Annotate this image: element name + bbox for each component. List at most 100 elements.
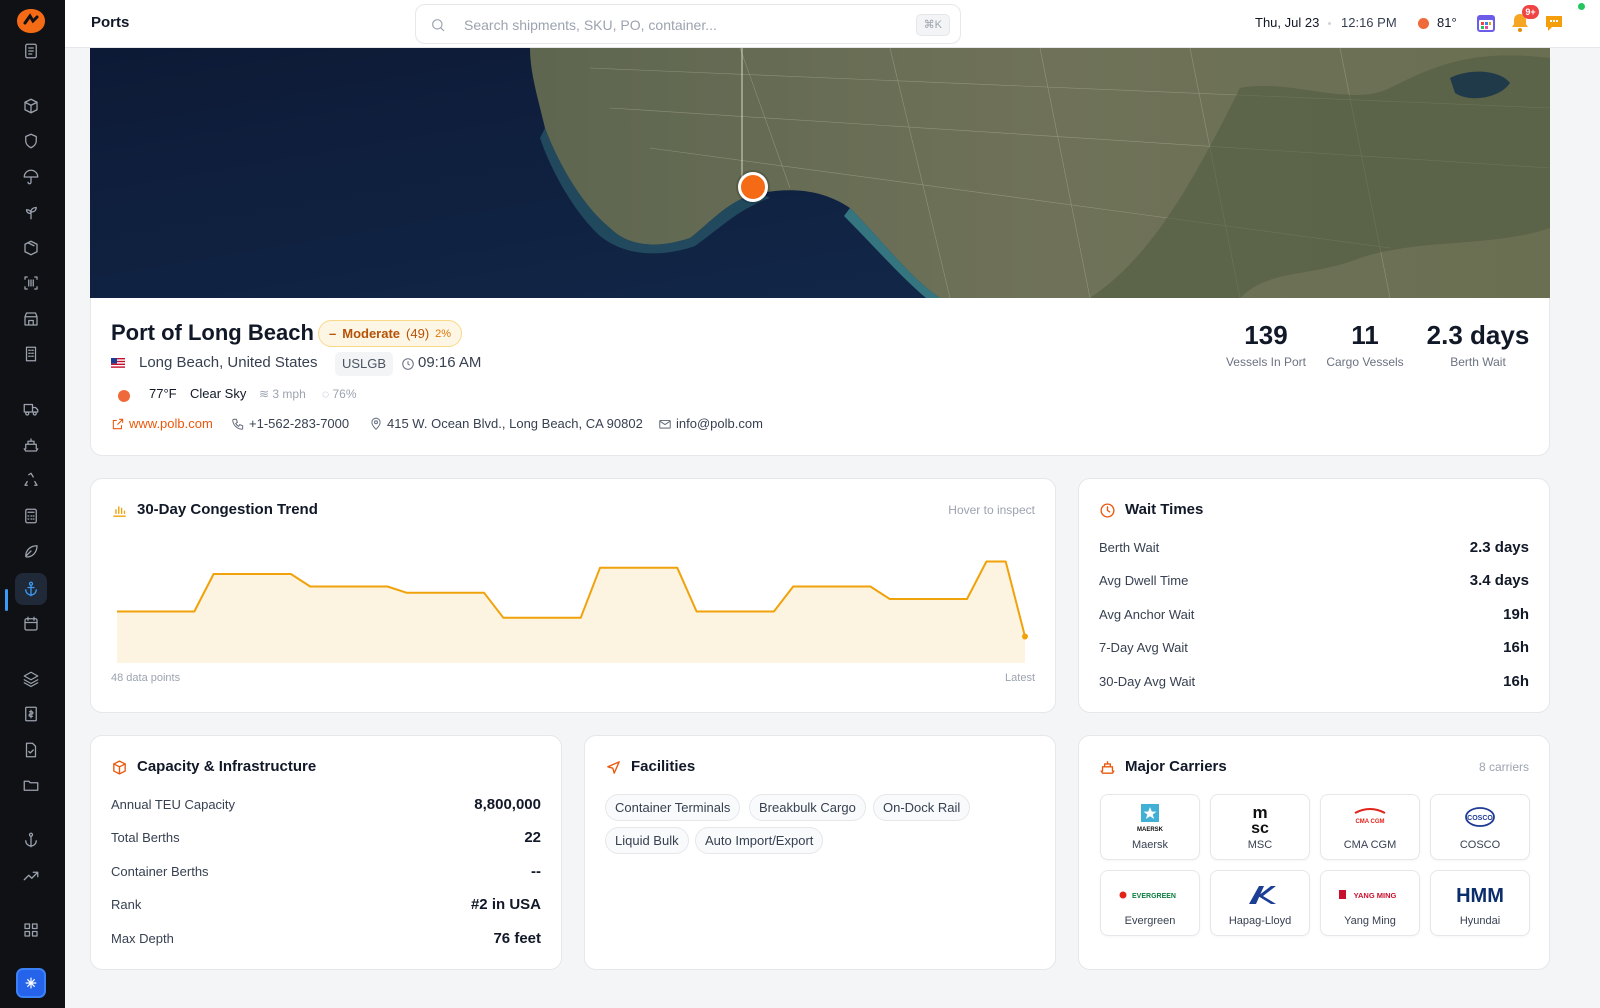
page-title: Ports [91,14,130,31]
carrier-msc[interactable]: m sc MSC [1210,794,1310,860]
row-label: Avg Anchor Wait [1099,606,1195,622]
carrier-name: Yang Ming [1344,915,1396,927]
card-title: Wait Times [1125,501,1204,518]
clock-icon [1099,502,1116,519]
port-code: USLGB [335,352,394,376]
search-shortcut: ⌘K [915,14,950,36]
facility-tag: Auto Import/Export [695,827,824,854]
sidebar-scan-icon[interactable] [15,267,47,299]
facility-tag: Breakbulk Cargo [749,794,866,821]
search-input[interactable] [464,14,884,36]
sidebar-calculator-icon[interactable] [15,500,47,532]
navigation-icon [605,759,622,776]
capacity-row: Container Berths -- [111,860,541,882]
row-label: Max Depth [111,930,174,946]
row-label: Container Berths [111,863,209,879]
carrier-name: COSCO [1459,839,1501,851]
port-phone[interactable]: +1-562-283-7000 [231,416,349,431]
port-email[interactable]: info@polb.com [658,416,763,431]
sidebar-receipt-icon[interactable] [15,698,47,730]
hapag-lloyd-logo [1211,879,1309,911]
sidebar-document-icon[interactable] [15,35,47,67]
sidebar-store-icon[interactable] [15,303,47,335]
wait-row: Avg Dwell Time 3.4 days [1099,569,1529,591]
row-value: 3.4 days [1469,571,1529,589]
row-value: 19h [1503,605,1529,623]
sidebar-shield-icon[interactable] [15,125,47,157]
port-website-link[interactable]: www.polb.com [111,416,213,431]
notification-badge: 9+ [1522,5,1539,19]
sidebar-package-icon[interactable] [15,232,47,264]
status-level: Moderate [342,326,401,341]
sidebar-calendar-icon[interactable] [15,608,47,640]
wait-row: 7-Day Avg Wait 16h [1099,636,1529,658]
facility-tag: Liquid Bulk [605,827,689,854]
sidebar-box-icon[interactable] [15,90,47,122]
sun-icon [118,390,130,402]
sidebar-trend-icon[interactable] [15,860,47,892]
capacity-row: Rank #2 in USA [111,893,541,915]
row-label: Avg Dwell Time [1099,572,1189,588]
carrier-yang-ming[interactable]: YANG MING Yang Ming [1320,870,1420,936]
carrier-maersk[interactable]: MAERSK Maersk [1100,794,1200,860]
capacity-row: Annual TEU Capacity 8,800,000 [111,793,541,815]
carrier-name: CMA CGM [1343,839,1397,851]
row-value: 2.3 days [1469,538,1529,556]
sidebar-file-check-icon[interactable] [15,734,47,766]
current-temp: 81° [1437,15,1457,30]
sidebar-truck-icon[interactable] [15,393,47,425]
carrier-cma-cgm[interactable]: CMA CGM CMA CGM [1320,794,1420,860]
sparkle-icon [25,977,37,989]
search-box[interactable]: ⌘K [415,4,961,44]
row-label: Total Berths [111,829,180,845]
card-title: 30-Day Congestion Trend [137,501,318,518]
stat-value: 11 [1351,320,1379,350]
capacity-row: Max Depth 76 feet [111,927,541,949]
facility-tag: Container Terminals [605,794,741,821]
app-logo[interactable] [16,8,46,34]
trend-area [117,561,1025,663]
assistant-button[interactable] [16,968,46,998]
weather-condition: Clear Sky [190,386,247,401]
sidebar-recycle-icon[interactable] [15,464,47,496]
sidebar-folder-icon[interactable] [15,769,47,801]
sidebar-umbrella-icon[interactable] [15,161,47,193]
carrier-name: MSC [1247,839,1273,851]
wait-row: Avg Anchor Wait 19h [1099,603,1529,625]
sidebar-layers-icon[interactable] [15,663,47,695]
port-info-card: Port of Long Beach – Moderate (49) 2% Lo… [90,298,1550,456]
port-local-time: 09:16 AM [418,354,482,371]
svg-text:sc: sc [1251,820,1269,835]
card-title: Capacity & Infrastructure [137,758,317,775]
row-value: 16h [1503,638,1529,656]
sidebar-sprout-icon[interactable] [15,196,47,228]
wait-times-card: Wait Times Berth Wait 2.3 days Avg Dwell … [1078,478,1550,713]
latest-label: Latest [1005,672,1035,684]
sidebar-ship-icon[interactable] [15,429,47,461]
carrier-hyundai[interactable]: HMM Hyundai [1430,870,1530,936]
card-title: Facilities [631,758,696,775]
carrier-cosco[interactable]: COSCO COSCO [1430,794,1530,860]
sidebar-leaf-icon[interactable] [15,535,47,567]
port-name: Port of Long Beach [111,320,314,345]
congestion-trend-chart[interactable] [115,541,1035,671]
calendar-app-icon[interactable] [1475,12,1497,34]
topbar: Ports ⌘K Thu, Jul 23 12:16 PM 81° 9+ [65,0,1600,48]
major-carriers-card: Major Carriers 8 carriers MAERSK Maersk … [1078,735,1550,970]
carrier-evergreen[interactable]: EVERGREEN Evergreen [1100,870,1200,936]
sidebar-anchor-icon[interactable] [15,573,47,605]
chat-icon[interactable] [1543,12,1565,34]
carrier-name: Hapag-Lloyd [1228,915,1292,927]
port-location-marker[interactable] [738,172,768,202]
sidebar-grid-icon[interactable] [15,914,47,946]
row-value: 8,800,000 [474,795,541,813]
svg-text:YANG MING: YANG MING [1354,891,1397,900]
row-value: -- [531,862,541,880]
sidebar-anchor-icon-2[interactable] [15,824,47,856]
port-map[interactable] [90,48,1550,298]
carrier-hapag-lloyd[interactable]: Hapag-Lloyd [1210,870,1310,936]
row-label: 30-Day Avg Wait [1099,673,1196,689]
sidebar-building-icon[interactable] [15,338,47,370]
stat-label: Cargo Vessels [1326,355,1404,369]
carrier-count: 8 carriers [1478,760,1529,774]
